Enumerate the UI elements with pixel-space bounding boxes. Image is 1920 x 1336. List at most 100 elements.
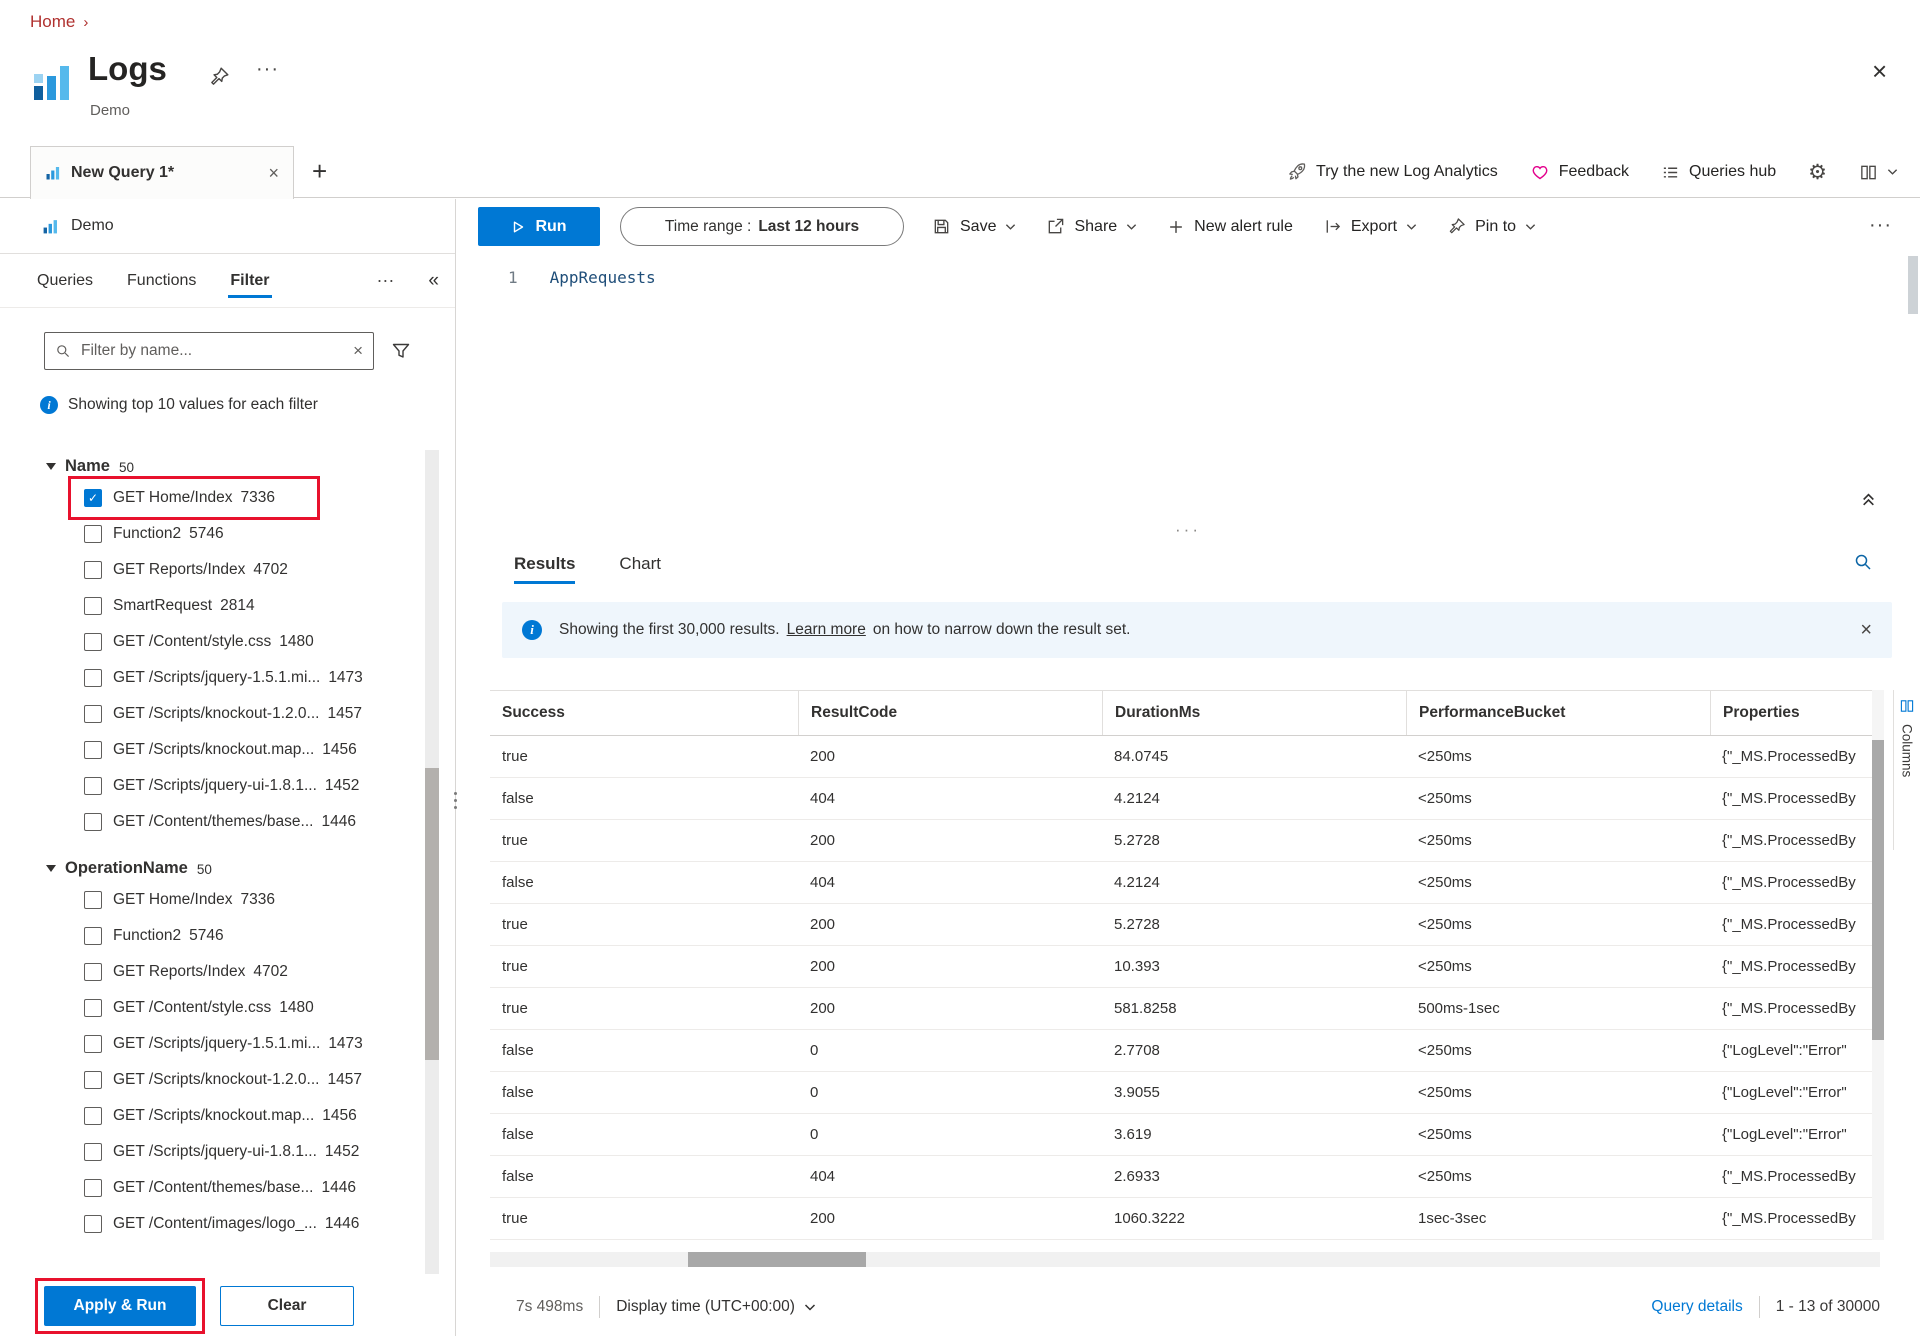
new-alert-rule-button[interactable]: New alert rule bbox=[1167, 218, 1293, 236]
sidebar-scrollbar-thumb[interactable] bbox=[425, 768, 439, 1060]
tab-functions[interactable]: Functions bbox=[127, 254, 196, 308]
filter-item[interactable]: GET Reports/Index 4702 bbox=[0, 954, 435, 990]
filter-item[interactable]: GET Home/Index 7336 bbox=[0, 882, 435, 918]
filter-item[interactable]: GET /Content/style.css 1480 bbox=[0, 990, 435, 1026]
filter-item[interactable]: SmartRequest 2814 bbox=[0, 588, 435, 624]
filter-item[interactable]: GET /Scripts/knockout.map... 1456 bbox=[0, 1098, 435, 1134]
checkbox[interactable] bbox=[84, 891, 102, 909]
filter-item[interactable]: GET /Content/style.css 1480 bbox=[0, 624, 435, 660]
filter-item[interactable]: GET /Scripts/knockout-1.2.0... 1457 bbox=[0, 696, 435, 732]
filter-group-header-name[interactable]: Name 50 bbox=[0, 452, 435, 480]
filter-item[interactable]: Function2 5746 bbox=[0, 516, 435, 552]
table-vertical-scrollbar[interactable] bbox=[1872, 690, 1884, 1240]
checkbox[interactable] bbox=[84, 999, 102, 1017]
checkbox[interactable] bbox=[84, 1107, 102, 1125]
checkbox[interactable] bbox=[84, 525, 102, 543]
column-header-performancebucket[interactable]: PerformanceBucket bbox=[1406, 691, 1710, 735]
tab-new-query-1[interactable]: New Query 1* × bbox=[30, 146, 294, 199]
checkbox[interactable] bbox=[84, 669, 102, 687]
filter-item[interactable]: GET /Scripts/knockout.map... 1456 bbox=[0, 732, 435, 768]
table-horizontal-scrollbar-thumb[interactable] bbox=[688, 1252, 866, 1267]
table-row[interactable]: true 200 5.2728 <250ms {"_MS.ProcessedBy bbox=[490, 904, 1880, 946]
breadcrumb-home-link[interactable]: Home bbox=[30, 12, 75, 32]
query-details-link[interactable]: Query details bbox=[1651, 1298, 1742, 1316]
table-row[interactable]: false 0 3.619 <250ms {"LogLevel":"Error" bbox=[490, 1114, 1880, 1156]
table-horizontal-scrollbar[interactable] bbox=[490, 1252, 1880, 1267]
filter-item[interactable]: GET Reports/Index 4702 bbox=[0, 552, 435, 588]
checkbox[interactable] bbox=[84, 489, 102, 507]
editor-scrollbar-thumb[interactable] bbox=[1908, 256, 1918, 314]
table-row[interactable]: true 200 84.0745 <250ms {"_MS.ProcessedB… bbox=[490, 736, 1880, 778]
filter-funnel-icon[interactable] bbox=[390, 340, 412, 362]
pin-icon[interactable] bbox=[208, 66, 230, 88]
table-row[interactable]: false 404 4.2124 <250ms {"_MS.ProcessedB… bbox=[490, 778, 1880, 820]
table-row[interactable]: true 200 1060.3222 1sec-3sec {"_MS.Proce… bbox=[490, 1198, 1880, 1240]
header-more-icon[interactable]: ··· bbox=[256, 58, 279, 81]
banner-close-icon[interactable]: × bbox=[1860, 619, 1872, 642]
column-header-resultcode[interactable]: ResultCode bbox=[798, 691, 1102, 735]
sidebar-scrollbar[interactable] bbox=[425, 450, 439, 1274]
table-row[interactable]: true 200 10.393 <250ms {"_MS.ProcessedBy bbox=[490, 946, 1880, 988]
table-row[interactable]: false 0 3.9055 <250ms {"LogLevel":"Error… bbox=[490, 1072, 1880, 1114]
apply-and-run-button[interactable]: Apply & Run bbox=[44, 1286, 196, 1326]
sidebar-more-icon[interactable]: ··· bbox=[376, 270, 394, 291]
checkbox[interactable] bbox=[84, 927, 102, 945]
checkbox[interactable] bbox=[84, 741, 102, 759]
checkbox[interactable] bbox=[84, 963, 102, 981]
checkbox[interactable] bbox=[84, 561, 102, 579]
checkbox[interactable] bbox=[84, 1035, 102, 1053]
share-button[interactable]: Share bbox=[1046, 217, 1137, 236]
filter-item[interactable]: GET /Scripts/jquery-1.5.1.mi... 1473 bbox=[0, 660, 435, 696]
table-vertical-scrollbar-thumb[interactable] bbox=[1872, 740, 1884, 1040]
columns-pane-toggle[interactable]: Columns bbox=[1893, 690, 1920, 850]
clear-search-icon[interactable]: × bbox=[353, 341, 363, 361]
tab-close-icon[interactable]: × bbox=[268, 163, 279, 184]
filter-item[interactable]: GET /Scripts/knockout-1.2.0... 1457 bbox=[0, 1062, 435, 1098]
time-range-picker[interactable]: Time range : Last 12 hours bbox=[620, 207, 904, 246]
scope-selector[interactable]: Demo bbox=[0, 199, 455, 254]
export-button[interactable]: Export bbox=[1323, 217, 1417, 236]
tab-results[interactable]: Results bbox=[514, 540, 575, 588]
checkbox[interactable] bbox=[84, 1215, 102, 1233]
new-tab-button[interactable]: + bbox=[312, 156, 327, 187]
toolbar-more-icon[interactable]: ··· bbox=[1869, 214, 1892, 237]
queries-hub-button[interactable]: Queries hub bbox=[1661, 163, 1776, 182]
filter-item[interactable]: GET /Content/themes/base... 1446 bbox=[0, 804, 435, 840]
column-header-success[interactable]: Success bbox=[490, 691, 798, 735]
close-icon[interactable]: × bbox=[1872, 58, 1887, 84]
tab-queries[interactable]: Queries bbox=[37, 254, 93, 308]
checkbox[interactable] bbox=[84, 633, 102, 651]
try-new-log-analytics-button[interactable]: Try the new Log Analytics bbox=[1287, 162, 1498, 182]
filter-item[interactable]: Function2 5746 bbox=[0, 918, 435, 954]
query-editor[interactable]: 1 AppRequests ··· bbox=[456, 254, 1920, 540]
splitter-handle[interactable] bbox=[451, 792, 457, 809]
tab-chart[interactable]: Chart bbox=[619, 540, 661, 588]
save-button[interactable]: Save bbox=[932, 217, 1016, 236]
table-row[interactable]: true 200 581.8258 500ms-1sec {"_MS.Proce… bbox=[490, 988, 1880, 1030]
filter-item[interactable]: GET Home/Index 7336 bbox=[0, 480, 435, 516]
filter-search-box[interactable]: × bbox=[44, 332, 374, 370]
filter-search-input[interactable] bbox=[79, 341, 345, 361]
checkbox[interactable] bbox=[84, 1179, 102, 1197]
table-row[interactable]: false 404 2.6933 <250ms {"_MS.ProcessedB… bbox=[490, 1156, 1880, 1198]
checkbox[interactable] bbox=[84, 813, 102, 831]
filter-item[interactable]: GET /Content/images/logo_... 1446 bbox=[0, 1206, 435, 1242]
table-row[interactable]: false 404 4.2124 <250ms {"_MS.ProcessedB… bbox=[490, 862, 1880, 904]
collapse-editor-icon[interactable] bbox=[1861, 492, 1876, 507]
display-time-dropdown[interactable]: Display time (UTC+00:00) bbox=[616, 1298, 816, 1316]
filter-item[interactable]: GET /Content/themes/base... 1446 bbox=[0, 1170, 435, 1206]
checkbox[interactable] bbox=[84, 1143, 102, 1161]
layout-columns-button[interactable] bbox=[1859, 163, 1898, 182]
filter-item[interactable]: GET /Scripts/jquery-1.5.1.mi... 1473 bbox=[0, 1026, 435, 1062]
filter-item[interactable]: GET /Scripts/jquery-ui-1.8.1... 1452 bbox=[0, 768, 435, 804]
table-row[interactable]: false 0 2.7708 <250ms {"LogLevel":"Error… bbox=[490, 1030, 1880, 1072]
checkbox[interactable] bbox=[84, 777, 102, 795]
collapse-sidebar-icon[interactable]: « bbox=[428, 270, 439, 292]
tab-filter[interactable]: Filter bbox=[230, 254, 269, 308]
pin-to-button[interactable]: Pin to bbox=[1447, 217, 1536, 236]
checkbox[interactable] bbox=[84, 705, 102, 723]
filter-group-header-operationname[interactable]: OperationName 50 bbox=[0, 854, 435, 882]
column-header-durationms[interactable]: DurationMs bbox=[1102, 691, 1406, 735]
run-button[interactable]: Run bbox=[478, 207, 600, 246]
table-row[interactable]: true 200 5.2728 <250ms {"_MS.ProcessedBy bbox=[490, 820, 1880, 862]
